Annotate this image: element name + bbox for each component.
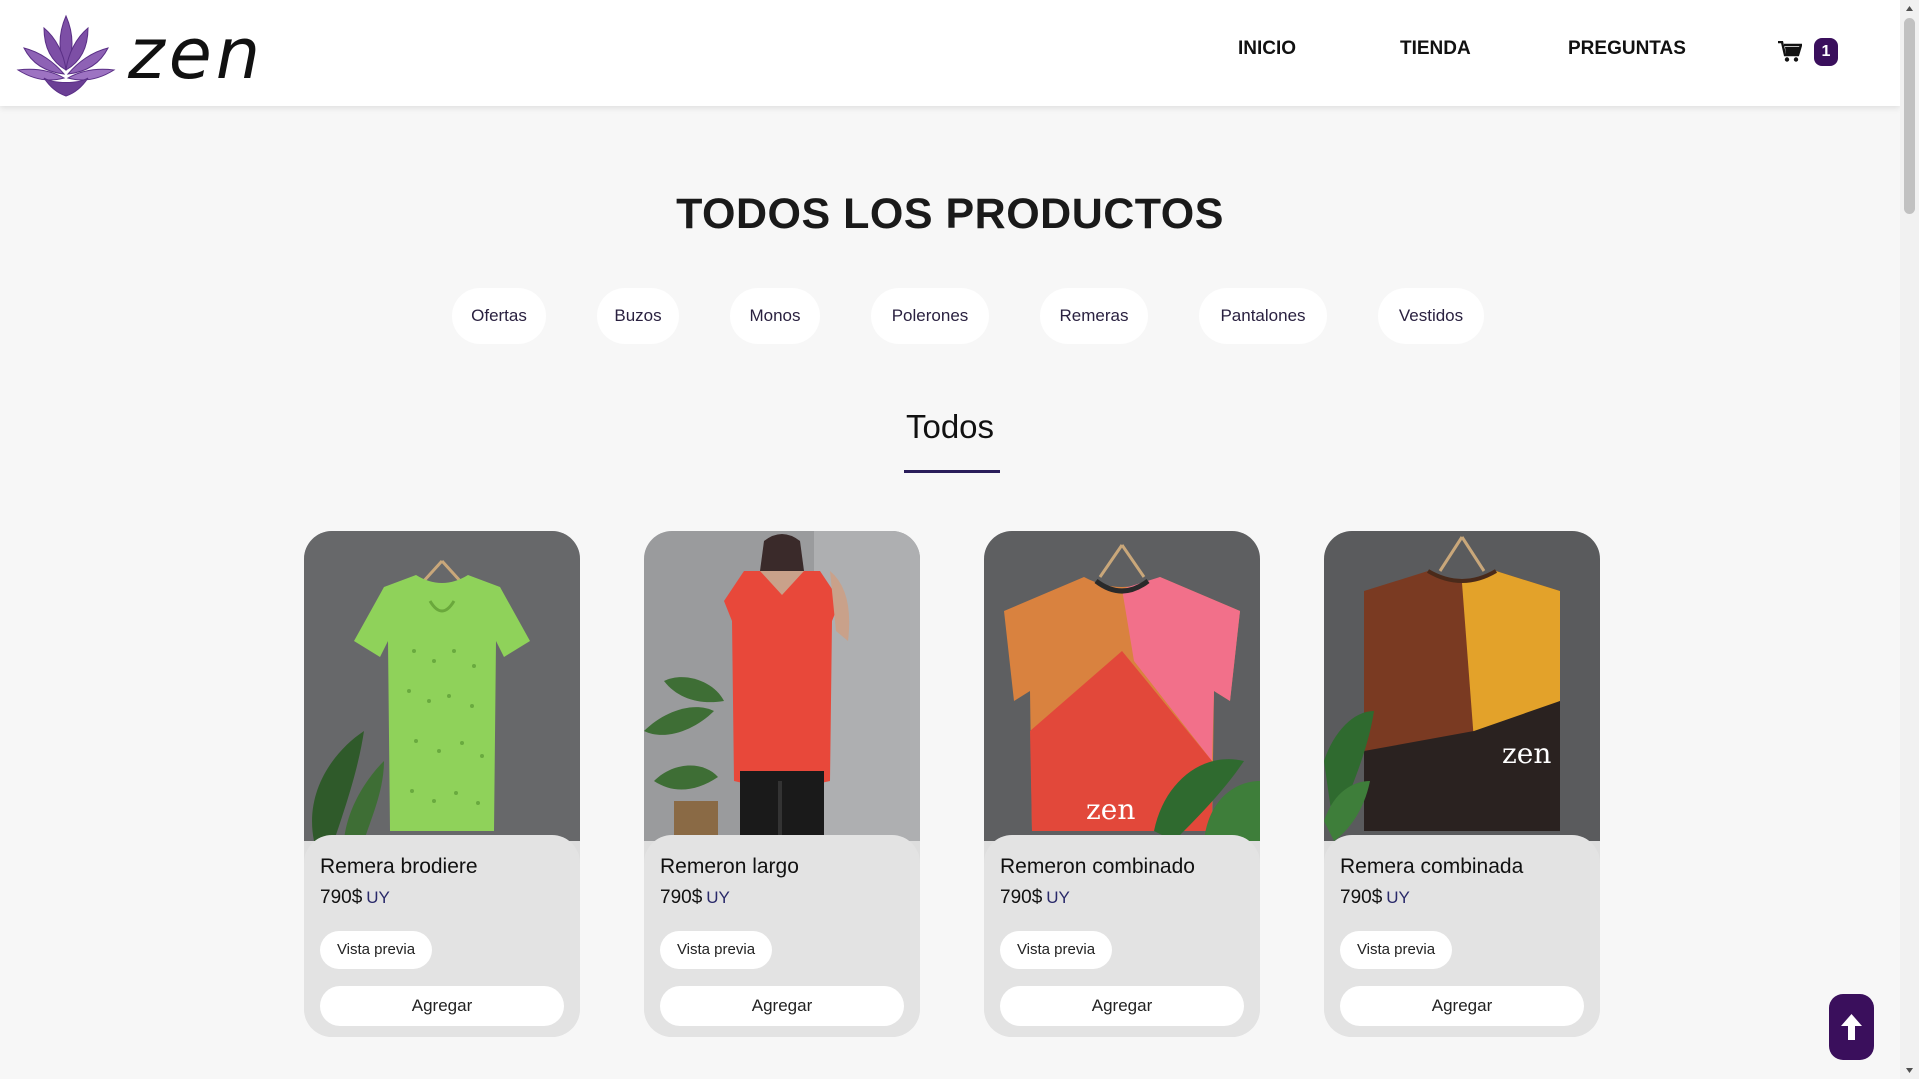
- add-to-cart-button[interactable]: Agregar: [320, 986, 564, 1026]
- product-info: Remeron largo 790$ UY Vista previa Agrega…: [644, 835, 920, 1037]
- price-amount: 790$: [320, 887, 363, 908]
- preview-button[interactable]: Vista previa: [320, 931, 432, 969]
- product-card: Remeron largo 790$ UY Vista previa Agrega…: [644, 531, 920, 1037]
- scroll-up-arrow-icon[interactable]: [1905, 4, 1914, 13]
- price-amount: 790$: [1000, 887, 1043, 908]
- preview-button[interactable]: Vista previa: [660, 931, 772, 969]
- nav-tienda[interactable]: TIENDA: [1400, 38, 1471, 60]
- add-to-cart-button[interactable]: Agregar: [660, 986, 904, 1026]
- brand-name[interactable]: zen: [128, 12, 264, 96]
- cart-icon: [1778, 41, 1802, 62]
- scrollbar-thumb[interactable]: [1904, 18, 1915, 214]
- lotus-logo-icon[interactable]: [14, 8, 119, 100]
- scroll-down-arrow-icon[interactable]: [1905, 1066, 1914, 1075]
- nav-preguntas[interactable]: PREGUNTAS: [1568, 38, 1686, 60]
- category-ofertas[interactable]: Ofertas: [452, 288, 546, 344]
- arrow-up-icon: [1841, 1014, 1862, 1040]
- nav-inicio[interactable]: INICIO: [1238, 38, 1296, 60]
- product-price: 790$ UY: [1000, 887, 1070, 909]
- category-pantalones[interactable]: Pantalones: [1199, 288, 1327, 344]
- product-price: 790$ UY: [320, 887, 390, 909]
- product-price: 790$ UY: [660, 887, 730, 909]
- product-price: 790$ UY: [1340, 887, 1410, 909]
- preview-button[interactable]: Vista previa: [1340, 931, 1452, 969]
- add-to-cart-button[interactable]: Agregar: [1340, 986, 1584, 1026]
- price-currency: UY: [706, 888, 730, 907]
- category-polerones[interactable]: Polerones: [871, 288, 989, 344]
- section-title: Todos: [905, 408, 995, 445]
- svg-text:zen: zen: [1502, 737, 1551, 770]
- back-to-top-button[interactable]: [1829, 994, 1874, 1060]
- price-currency: UY: [1386, 888, 1410, 907]
- page: zen INICIO TIENDA PREGUNTAS 1 TODOS LOS …: [0, 0, 1900, 1079]
- category-vestidos[interactable]: Vestidos: [1378, 288, 1484, 344]
- price-amount: 790$: [660, 887, 703, 908]
- product-image[interactable]: [304, 531, 580, 841]
- price-currency: UY: [1046, 888, 1070, 907]
- product-name[interactable]: Remera combinada: [1340, 855, 1523, 879]
- preview-button[interactable]: Vista previa: [1000, 931, 1112, 969]
- product-info: Remera combinada 790$ UY Vista previa Agr…: [1324, 835, 1600, 1037]
- category-monos[interactable]: Monos: [730, 288, 820, 344]
- price-currency: UY: [366, 888, 390, 907]
- category-buzos[interactable]: Buzos: [597, 288, 679, 344]
- product-image[interactable]: zen: [984, 531, 1260, 841]
- product-name[interactable]: Remeron largo: [660, 855, 799, 879]
- product-info: Remera brodiere 790$ UY Vista previa Agre…: [304, 835, 580, 1037]
- page-scrollbar[interactable]: [1900, 0, 1919, 1079]
- cart-button[interactable]: 1: [1778, 38, 1842, 68]
- product-card: Remera brodiere 790$ UY Vista previa Agre…: [304, 531, 580, 1037]
- navbar: zen INICIO TIENDA PREGUNTAS 1: [0, 0, 1900, 106]
- cart-count-badge: 1: [1814, 38, 1838, 66]
- product-info: Remeron combinado 790$ UY Vista previa Ag…: [984, 835, 1260, 1037]
- product-image[interactable]: zen: [1324, 531, 1600, 841]
- product-card: zen Remera combinada 790$ UY Vista previa…: [1324, 531, 1600, 1037]
- page-title: TODOS LOS PRODUCTOS: [676, 190, 1224, 238]
- add-to-cart-button[interactable]: Agregar: [1000, 986, 1244, 1026]
- price-amount: 790$: [1340, 887, 1383, 908]
- section-underline: [904, 470, 1000, 473]
- svg-text:zen: zen: [1086, 793, 1135, 826]
- product-image[interactable]: [644, 531, 920, 841]
- product-name[interactable]: Remera brodiere: [320, 855, 478, 879]
- product-card: zen Remeron combinado 790$ UY Vista previ…: [984, 531, 1260, 1037]
- category-remeras[interactable]: Remeras: [1040, 288, 1148, 344]
- product-name[interactable]: Remeron combinado: [1000, 855, 1195, 879]
